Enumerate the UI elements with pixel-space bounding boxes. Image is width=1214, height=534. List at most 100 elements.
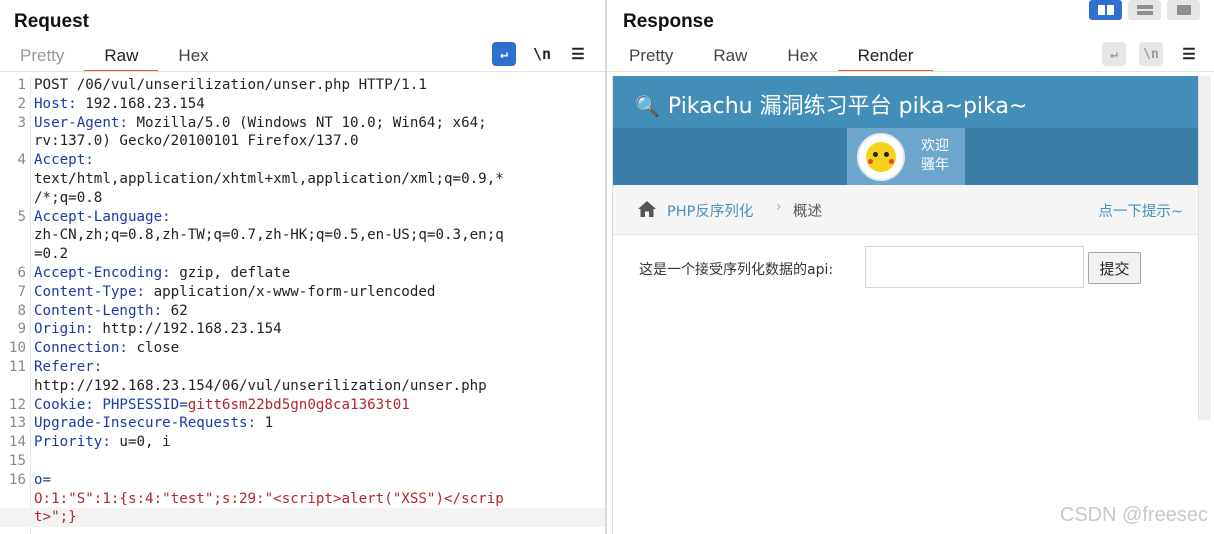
request-tab-pretty[interactable]: Pretty [0, 44, 84, 72]
code-text: Referer: [30, 358, 102, 377]
columns-icon [1097, 5, 1114, 15]
code-token: POST /06/vul/unserilization/unser.php HT… [34, 77, 427, 93]
code-token: o= [34, 471, 52, 488]
serialized-data-input[interactable] [865, 246, 1084, 288]
menu-icon[interactable]: ☰ [1177, 42, 1201, 66]
code-line: /*;q=0.8 [0, 189, 605, 208]
line-number: 9 [17, 321, 26, 338]
code-token: Origin: [34, 321, 94, 338]
render-scrollbar[interactable] [1198, 76, 1211, 420]
request-editor[interactable]: 1 POST /06/vul/unserilization/unser.php H… [0, 76, 605, 534]
code-token: zh-CN,zh;q=0.8,zh-TW;q=0.7,zh-HK;q=0.5,e… [34, 227, 504, 244]
code-token: http://192.168.23.154 [93, 321, 282, 338]
line-number: 14 [8, 434, 26, 451]
code-token: u=0, i [110, 434, 171, 451]
response-tab-raw[interactable]: Raw [693, 44, 767, 72]
line-number: 6 [17, 264, 26, 281]
show-newlines-icon[interactable]: \n [530, 42, 554, 66]
code-token: 62 [162, 302, 188, 319]
avatar [857, 133, 905, 181]
code-line: 1 POST /06/vul/unserilization/unser.php H… [0, 76, 605, 95]
request-tabs-divider [0, 71, 605, 72]
code-line: 15 [0, 452, 605, 471]
code-token: Upgrade-Insecure-Requests: [34, 415, 257, 432]
line-number [0, 508, 30, 527]
code-text: Host: 192.168.23.154 [30, 95, 205, 114]
request-panel: Request Pretty Raw Hex ↵ \n ☰ 1 POST /06/… [0, 0, 605, 534]
line-number [0, 490, 30, 509]
wrap-lines-icon[interactable]: ↵ [492, 42, 516, 66]
breadcrumb-link-unserialize[interactable]: PHP反序列化 [667, 200, 753, 221]
code-token: rv:137.0) Gecko/20100101 Firefox/137.0 [34, 133, 359, 150]
line-number: 10 [8, 340, 26, 357]
code-text: Origin: http://192.168.23.154 [30, 320, 282, 339]
code-text: /*;q=0.8 [30, 189, 102, 208]
code-token: 192.168.23.154 [76, 95, 205, 112]
code-text: Content-Type: application/x-www-form-url… [30, 283, 435, 302]
code-line: O:1:"S":1:{s:4:"test";s:29:"<script>aler… [0, 490, 605, 509]
home-icon[interactable] [637, 199, 657, 219]
response-tab-render[interactable]: Render [837, 44, 934, 72]
site-user-bar: 欢迎 骚年 [613, 128, 1199, 185]
line-number [0, 189, 30, 208]
single-pane-icon [1176, 5, 1191, 15]
code-text: Accept: [30, 151, 94, 170]
line-number: 8 [17, 302, 26, 319]
layout-switcher [1089, 0, 1200, 22]
code-token: Cookie: [34, 396, 94, 413]
code-text: Cookie: PHPSESSID=gitt6sm22bd5gn0g8ca136… [30, 396, 410, 415]
response-tab-hex[interactable]: Hex [767, 44, 837, 72]
code-token: gitt6sm22bd5gn0g8ca1363t01 [187, 396, 410, 413]
breadcrumb-separator: › [776, 199, 782, 215]
layout-stacked-button[interactable] [1128, 0, 1161, 20]
code-token: /*;q=0.8 [34, 189, 103, 206]
line-number [0, 226, 30, 245]
user-menu[interactable]: 欢迎 骚年 [847, 128, 965, 185]
code-token: Referer: [34, 358, 103, 375]
code-line: 13 Upgrade-Insecure-Requests: 1 [0, 414, 605, 433]
layout-tabs-button[interactable] [1167, 0, 1200, 20]
response-tabs-divider [607, 71, 1214, 72]
layout-side-by-side-button[interactable] [1089, 0, 1122, 20]
code-line: text/html,application/xhtml+xml,applicat… [0, 170, 605, 189]
code-line: http://192.168.23.154/06/vul/unserilizat… [0, 377, 605, 396]
response-tab-pretty[interactable]: Pretty [609, 44, 693, 72]
code-token: Priority: [34, 434, 111, 451]
code-token: User-Agent: [34, 114, 128, 131]
code-token: Connection: [34, 340, 128, 357]
request-tab-hex[interactable]: Hex [158, 44, 228, 72]
show-newlines-icon[interactable]: \n [1139, 42, 1163, 66]
code-token: O:1:"S":1:{s:4:"test";s:29:"<script>aler… [34, 490, 504, 507]
code-text: Accept-Encoding: gzip, deflate [30, 264, 290, 283]
code-token: text/html,application/xhtml+xml,applicat… [34, 170, 504, 187]
line-number: 2 [17, 95, 26, 112]
code-line: 11 Referer: [0, 358, 605, 377]
response-tabs: Pretty Raw Hex Render [609, 44, 934, 72]
wrap-lines-icon[interactable]: ↵ [1102, 42, 1126, 66]
render-view: 🔍 Pikachu 漏洞练习平台 pika~pika~ 欢迎 骚年 PHP反序列… [612, 76, 1199, 534]
code-text: Content-Length: 62 [30, 302, 188, 321]
site-title-text: Pikachu 漏洞练习平台 pika~pika~ [667, 94, 1028, 119]
code-text: rv:137.0) Gecko/20100101 Firefox/137.0 [30, 132, 359, 151]
code-line: 16 o= [0, 471, 605, 490]
code-token: gzip, deflate [170, 264, 291, 281]
line-number: 15 [8, 452, 26, 469]
code-line: zh-CN,zh;q=0.8,zh-TW;q=0.7,zh-HK;q=0.5,e… [0, 226, 605, 245]
code-text: POST /06/vul/unserilization/unser.php HT… [30, 76, 427, 95]
submit-button[interactable]: 提交 [1088, 252, 1141, 284]
code-line: 9 Origin: http://192.168.23.154 [0, 320, 605, 339]
code-token: application/x-www-form-urlencoded [145, 283, 436, 300]
menu-icon[interactable]: ☰ [566, 42, 590, 66]
code-token: Accept-Encoding: [34, 264, 171, 281]
request-tabs: Pretty Raw Hex [0, 44, 229, 72]
code-line: 8 Content-Length: 62 [0, 302, 605, 321]
breadcrumb: PHP反序列化 › 概述 点一下提示~ [613, 185, 1199, 235]
welcome-text: 欢迎 骚年 [921, 137, 949, 175]
request-tab-raw[interactable]: Raw [84, 44, 159, 72]
welcome-line-1: 欢迎 [921, 138, 949, 154]
hint-link[interactable]: 点一下提示~ [1098, 200, 1183, 221]
line-number: 13 [8, 415, 26, 432]
code-text: Priority: u=0, i [30, 433, 171, 452]
code-text: Upgrade-Insecure-Requests: 1 [30, 414, 273, 433]
line-number: 11 [8, 358, 26, 375]
